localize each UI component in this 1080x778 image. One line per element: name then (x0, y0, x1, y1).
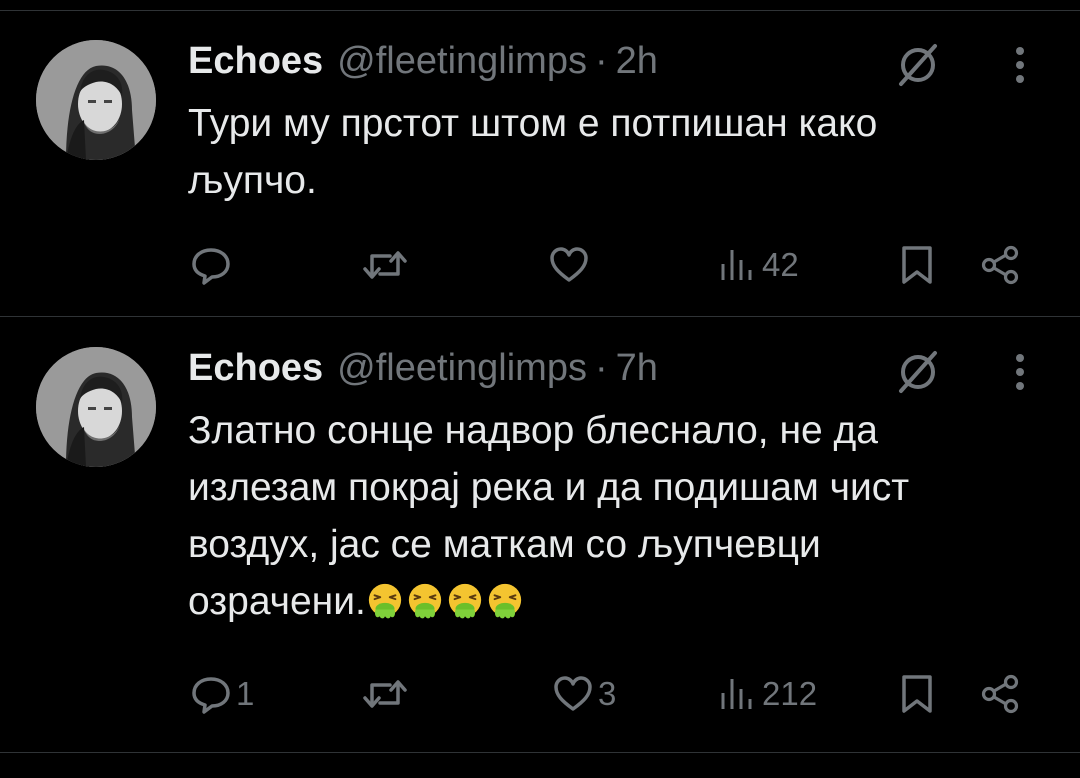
bookmark-button[interactable] (898, 669, 936, 719)
retweet-button[interactable] (362, 669, 412, 719)
heart-icon (550, 247, 588, 282)
reply-icon (192, 677, 230, 714)
tweet-text-line: озрачени. (188, 573, 1048, 630)
more-vertical-icon[interactable] (1008, 349, 1032, 395)
tweet-divider (0, 316, 1080, 317)
timestamp[interactable]: 2h (616, 40, 658, 83)
view-count: 212 (762, 675, 818, 712)
tweet-actions: 1 3 212 (0, 669, 1080, 719)
tweet-text-line: воздух, јас се маткам со љупчевци (188, 523, 821, 566)
tweet-text-line: излезам покрај река и да подишам чист (188, 466, 910, 509)
tweet-header: Echoes @fleetinglimps · 2h (188, 40, 658, 84)
more-vertical-icon[interactable] (1008, 42, 1032, 88)
share-icon (981, 245, 1019, 285)
tweet-text-line-end: озрачени. (188, 580, 366, 623)
grok-slash-icon[interactable] (895, 42, 941, 88)
like-count: 3 (598, 675, 617, 712)
separator-dot: · (594, 40, 608, 82)
like-button[interactable] (548, 240, 594, 290)
retweet-icon (363, 251, 407, 279)
timestamp[interactable]: 7h (616, 347, 658, 390)
bookmark-icon (902, 675, 932, 713)
retweet-icon (363, 680, 407, 708)
avatar-image (36, 347, 156, 467)
top-divider (0, 10, 1080, 11)
bookmark-button[interactable] (898, 240, 936, 290)
vomiting-face-icon (448, 583, 481, 619)
separator-dot: · (594, 347, 608, 389)
avatar[interactable] (36, 347, 156, 467)
views-chart-icon (721, 679, 752, 709)
reply-count: 1 (236, 675, 255, 712)
views-button[interactable]: 212 (718, 669, 817, 719)
bottom-divider (0, 752, 1080, 753)
tweet-text-line: љупчо. (188, 159, 317, 202)
user-handle[interactable]: @fleetinglimps (337, 40, 587, 83)
tweet-actions: 42 (0, 240, 1080, 290)
share-icon (981, 674, 1019, 714)
vomiting-face-icon (488, 583, 521, 619)
grok-slash-icon[interactable] (895, 349, 941, 395)
avatar[interactable] (36, 40, 156, 160)
vomiting-face-icon (408, 583, 441, 619)
bookmark-icon (902, 246, 932, 284)
heart-icon (554, 676, 592, 711)
views-chart-icon (721, 250, 752, 280)
share-button[interactable] (980, 669, 1022, 719)
reply-button[interactable] (190, 240, 236, 290)
user-handle[interactable]: @fleetinglimps (337, 347, 587, 390)
share-button[interactable] (980, 240, 1022, 290)
retweet-button[interactable] (362, 240, 412, 290)
tweet-header: Echoes @fleetinglimps · 7h (188, 347, 658, 391)
display-name[interactable]: Echoes (188, 347, 323, 390)
reply-button[interactable]: 1 (190, 669, 254, 719)
view-count: 42 (762, 246, 799, 283)
emoji-row (366, 580, 526, 623)
views-button[interactable]: 42 (718, 240, 799, 290)
avatar-image (36, 40, 156, 160)
tweet-text: Златно сонце надвор блеснало, не да изле… (188, 402, 1048, 630)
vomiting-face-icon (368, 583, 401, 619)
tweet-text-line: Златно сонце надвор блеснало, не да (188, 409, 878, 452)
reply-icon (192, 248, 230, 285)
like-button[interactable]: 3 (552, 669, 616, 719)
display-name[interactable]: Echoes (188, 40, 323, 83)
tweet-text: Тури му прстот штом е потпишан како љупч… (188, 95, 1048, 209)
tweet-text-line: Тури му прстот штом е потпишан како (188, 102, 878, 145)
